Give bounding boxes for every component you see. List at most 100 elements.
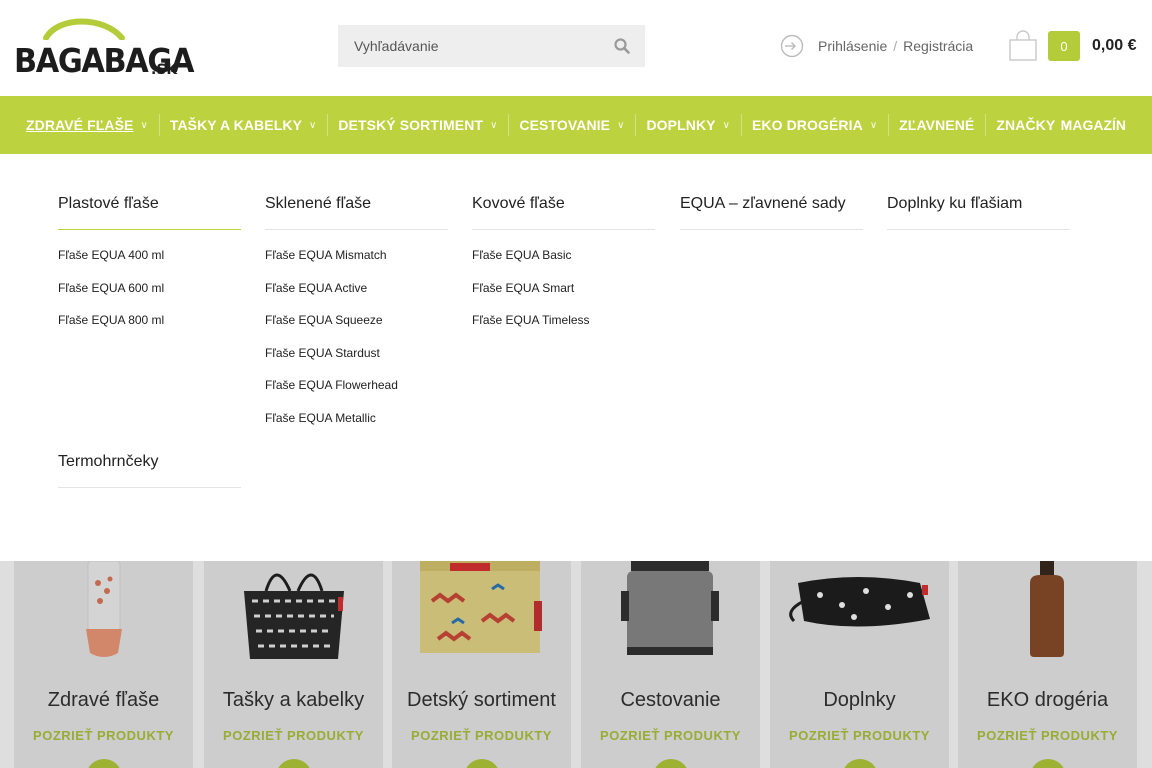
tile-arrow-button[interactable] bbox=[86, 759, 122, 768]
chevron-down-icon: ∨ bbox=[617, 119, 625, 131]
nav-item-magazin[interactable]: MAGAZÍN bbox=[1061, 96, 1126, 154]
mega-menu-column-title[interactable]: Doplnky ku fľašiam bbox=[887, 154, 1070, 230]
mega-menu-column-kovove: Kovové fľaše Fľaše EQUA Basic Fľaše EQUA… bbox=[472, 154, 655, 337]
chevron-down-icon: ∨ bbox=[722, 119, 730, 131]
chevron-down-icon: ∨ bbox=[140, 119, 148, 131]
logo-handle-graphic bbox=[43, 18, 125, 40]
view-products-link[interactable]: POZRIEŤ PRODUKTY bbox=[14, 728, 193, 743]
mega-menu-item[interactable]: Fľaše EQUA Flowerhead bbox=[265, 369, 448, 402]
mega-menu-list: Fľaše EQUA Mismatch Fľaše EQUA Active Fľ… bbox=[265, 230, 448, 435]
nav-item-doplnky[interactable]: Doplnky ∨ bbox=[635, 96, 740, 154]
handbag-image bbox=[244, 573, 344, 659]
mega-menu-item[interactable]: Fľaše EQUA Basic bbox=[472, 239, 655, 272]
mega-menu-dropdown: Plastové fľaše Fľaše EQUA 400 ml Fľaše E… bbox=[0, 154, 1152, 561]
site-header: BAGABAGA .SK Prihlásenie / Registrácia 0… bbox=[0, 0, 1152, 96]
tile-title: Tašky a kabelky bbox=[222, 689, 365, 711]
mega-menu-column-plastove: Plastové fľaše Fľaše EQUA 400 ml Fľaše E… bbox=[58, 154, 241, 337]
mega-menu-item[interactable]: Fľaše EQUA Timeless bbox=[472, 304, 655, 337]
search-box bbox=[338, 25, 645, 67]
nav-list: Zdravé fľaše ∨ Tašky a kabelky ∨ Detský … bbox=[15, 96, 1081, 154]
nav-item-label: Značky bbox=[996, 117, 1056, 133]
register-link[interactable]: Registrácia bbox=[903, 38, 973, 54]
chevron-down-icon: ∨ bbox=[309, 119, 317, 131]
mega-menu-item[interactable]: Fľaše EQUA 800 ml bbox=[58, 304, 241, 337]
mega-menu-item[interactable]: Fľaše EQUA 400 ml bbox=[58, 239, 241, 272]
amber-bottle-image bbox=[1030, 561, 1064, 657]
cart-widget[interactable]: 0 0,00 € bbox=[1008, 29, 1136, 63]
mega-menu-column-title[interactable]: Kovové fľaše bbox=[472, 154, 655, 230]
water-bottle-image bbox=[86, 561, 122, 657]
view-products-link[interactable]: POZRIEŤ PRODUKTY bbox=[581, 728, 760, 743]
tile-title: EKO drogéria bbox=[986, 689, 1109, 711]
nav-item-label: Detský sortiment bbox=[338, 117, 484, 133]
mega-menu-column-title[interactable]: Termohrnčeky bbox=[58, 412, 241, 488]
nav-item-zlavnene[interactable]: Zľavnené bbox=[888, 96, 985, 154]
view-products-link[interactable]: POZRIEŤ PRODUKTY bbox=[958, 728, 1137, 743]
mega-menu-item[interactable]: Fľaše EQUA Metallic bbox=[265, 402, 448, 435]
mega-menu-item[interactable]: Fľaše EQUA Stardust bbox=[265, 337, 448, 370]
tile-title: Doplnky bbox=[823, 689, 896, 711]
nav-item-eko-drogeria[interactable]: EKO drogéria ∨ bbox=[740, 96, 888, 154]
nav-item-tasky-a-kabelky[interactable]: Tašky a kabelky ∨ bbox=[158, 96, 328, 154]
mega-menu-item[interactable]: Fľaše EQUA Mismatch bbox=[265, 239, 448, 272]
nav-item-label: Doplnky bbox=[646, 117, 716, 133]
nav-item-label: Zľavnené bbox=[899, 117, 975, 133]
mega-menu-column-title[interactable]: Sklenené fľaše bbox=[265, 154, 448, 230]
mega-menu-column-sklenene: Sklenené fľaše Fľaše EQUA Mismatch Fľaše… bbox=[265, 154, 448, 435]
nav-item-cestovanie[interactable]: Cestovanie ∨ bbox=[508, 96, 635, 154]
view-products-link[interactable]: POZRIEŤ PRODUKTY bbox=[770, 728, 949, 743]
category-tile[interactable]: Zdravé fľaše POZRIEŤ PRODUKTY bbox=[14, 561, 193, 768]
category-tile[interactable]: Doplnky POZRIEŤ PRODUKTY bbox=[770, 561, 949, 768]
login-separator: / bbox=[893, 38, 898, 54]
login-link[interactable]: Prihlásenie bbox=[818, 38, 887, 54]
nav-item-zdrave-flase[interactable]: Zdravé fľaše ∨ bbox=[15, 96, 159, 154]
mega-menu-item[interactable]: Fľaše EQUA Active bbox=[265, 272, 448, 305]
mega-menu-list: Fľaše EQUA Basic Fľaše EQUA Smart Fľaše … bbox=[472, 230, 655, 337]
cosmetic-bag-image bbox=[789, 577, 930, 627]
mega-menu-column-title[interactable]: EQUA – zľavnené sady bbox=[680, 154, 863, 230]
shopping-bag-icon bbox=[1009, 30, 1037, 61]
category-tile[interactable]: Detský sortiment POZRIEŤ PRODUKTY bbox=[392, 561, 571, 768]
category-tile[interactable]: Cestovanie POZRIEŤ PRODUKTY bbox=[581, 561, 760, 768]
cooler-bag-image bbox=[621, 561, 719, 655]
main-navigation: Zdravé fľaše ∨ Tašky a kabelky ∨ Detský … bbox=[0, 96, 1152, 154]
tile-arrow-button[interactable] bbox=[842, 759, 878, 768]
nav-item-label: Zdravé fľaše bbox=[26, 117, 134, 133]
tile-title: Detský sortiment bbox=[407, 689, 556, 711]
nav-item-label: EKO drogéria bbox=[751, 117, 863, 133]
mega-menu-column-zlavnene-sady: EQUA – zľavnené sady bbox=[680, 154, 863, 230]
mega-menu-column-title[interactable]: Plastové fľaše bbox=[58, 154, 241, 230]
mega-menu-column-doplnky: Doplnky ku fľašiam bbox=[887, 154, 1070, 230]
tile-title: Zdravé fľaše bbox=[47, 689, 160, 711]
mega-menu-list: Fľaše EQUA 400 ml Fľaše EQUA 600 ml Fľaš… bbox=[58, 230, 241, 337]
view-products-link[interactable]: POZRIEŤ PRODUKTY bbox=[204, 728, 383, 743]
category-tile[interactable]: Tašky a kabelky POZRIEŤ PRODUKTY bbox=[204, 561, 383, 768]
tile-arrow-button[interactable] bbox=[276, 759, 312, 768]
search-button[interactable] bbox=[599, 25, 645, 67]
cart-total: 0,00 € bbox=[1092, 37, 1137, 54]
tile-arrow-button[interactable] bbox=[1030, 759, 1066, 768]
chevron-down-icon: ∨ bbox=[490, 119, 498, 131]
mega-menu-item[interactable]: Fľaše EQUA 600 ml bbox=[58, 272, 241, 305]
search-icon bbox=[614, 38, 630, 54]
chevron-down-icon: ∨ bbox=[869, 119, 878, 131]
tile-arrow-button[interactable] bbox=[464, 759, 500, 768]
site-logo[interactable]: BAGABAGA .SK bbox=[14, 14, 194, 80]
category-tile[interactable]: EKO drogéria POZRIEŤ PRODUKTY bbox=[958, 561, 1137, 768]
mega-menu-column-termohrnceky: Termohrnčeky bbox=[58, 412, 241, 488]
tile-title: Cestovanie bbox=[620, 689, 721, 711]
nav-item-label: Tašky a kabelky bbox=[169, 117, 303, 133]
cart-count-badge: 0 bbox=[1048, 31, 1080, 61]
tile-arrow-button[interactable] bbox=[653, 759, 689, 768]
logo-suffix: .SK bbox=[151, 62, 178, 78]
view-products-link[interactable]: POZRIEŤ PRODUKTY bbox=[392, 728, 571, 743]
lunch-bag-image bbox=[420, 561, 542, 653]
search-input[interactable] bbox=[338, 25, 598, 67]
mega-menu-item[interactable]: Fľaše EQUA Smart bbox=[472, 272, 655, 305]
category-tiles: Zdravé fľaše POZRIEŤ PRODUKTY Tašky a ka… bbox=[0, 561, 1152, 768]
mega-menu-item[interactable]: Fľaše EQUA Squeeze bbox=[265, 304, 448, 337]
nav-item-detsky-sortiment[interactable]: Detský sortiment ∨ bbox=[327, 96, 508, 154]
nav-item-label: Cestovanie bbox=[519, 117, 611, 133]
login-icon[interactable] bbox=[780, 34, 804, 58]
account-links: Prihlásenie / Registrácia bbox=[780, 34, 973, 58]
